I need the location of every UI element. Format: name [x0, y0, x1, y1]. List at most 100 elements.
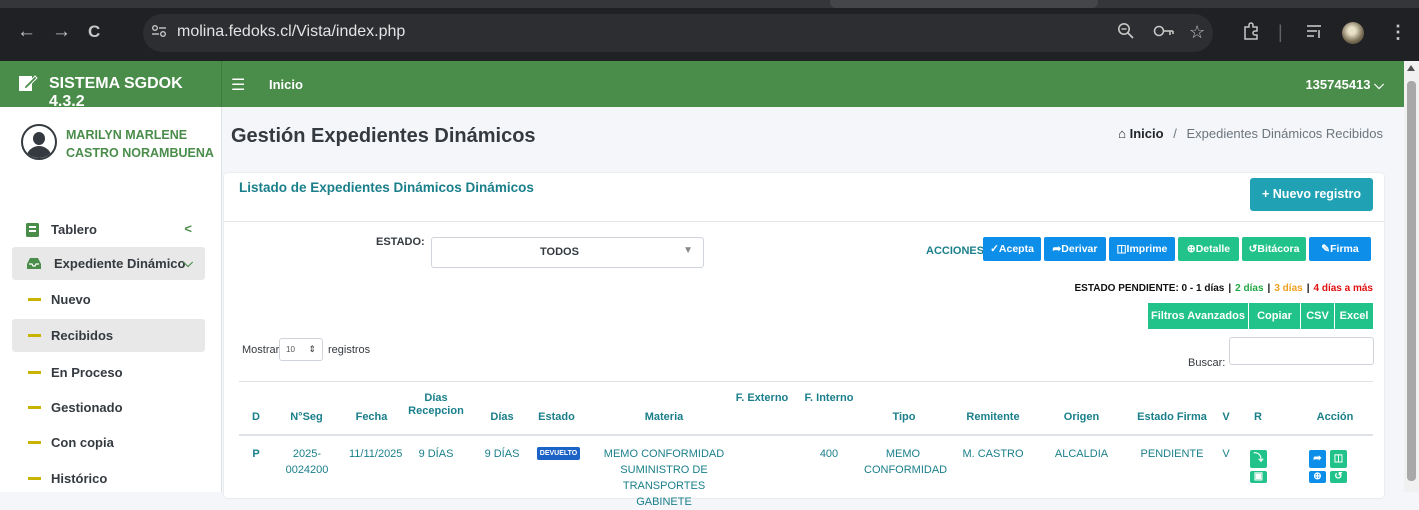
site-info-icon[interactable] [151, 24, 171, 42]
sidebar-item-label: Expediente Dinámico [54, 256, 186, 271]
estado-select-value: TODOS [540, 246, 579, 258]
col-header-materia[interactable]: Materia [609, 411, 719, 424]
col-header-d[interactable]: D [244, 411, 268, 424]
sidebar-item-label: Con copia [51, 435, 114, 450]
password-key-icon[interactable] [1153, 22, 1175, 45]
sidebar-item-label: Recibidos [51, 328, 114, 343]
col-header-f-externo[interactable]: F. Externo [734, 392, 790, 405]
zoom-icon[interactable] [1117, 22, 1135, 45]
breadcrumb-separator: / [1173, 126, 1177, 141]
sidebar-item-label: Tablero [51, 222, 97, 237]
url-text[interactable]: molina.fedoks.cl/Vista/index.php [177, 23, 405, 41]
search-icon: ⊕ [1186, 243, 1196, 255]
sidebar-item-en-proceso[interactable]: En Proceso [12, 356, 205, 389]
dashboard-icon [26, 223, 39, 242]
dash-icon [28, 477, 41, 480]
dropdown-arrow-icon: ▼ [683, 245, 693, 256]
brand-block[interactable]: SISTEMA SGDOK 4.3.2 [0, 61, 222, 110]
cell-v: V [1222, 448, 1230, 460]
cell-estado-firma: PENDIENTE [1140, 448, 1204, 460]
check-icon: ✓ [990, 243, 999, 255]
page-scrollbar[interactable] [1404, 61, 1419, 492]
scrollbar-thumb[interactable] [1407, 81, 1416, 481]
csv-button[interactable]: CSV [1301, 303, 1334, 329]
dash-icon [28, 298, 41, 301]
chevron-down-icon: ⌵ [183, 255, 193, 270]
estado-select[interactable]: TODOS ▼ [431, 237, 704, 268]
back-icon[interactable]: ← [17, 22, 36, 42]
sidebar-item-expediente-dinamico[interactable]: Expediente Dinámico ⌵ [12, 247, 205, 280]
bookmark-star-icon[interactable]: ☆ [1189, 22, 1205, 43]
scroll-up-icon[interactable] [1407, 65, 1415, 71]
col-header-tipo[interactable]: Tipo [879, 411, 929, 424]
menu-kebab-icon[interactable]: ⋮ [1389, 22, 1407, 43]
cell-tipo: MEMO CONFORMIDAD [864, 448, 948, 476]
col-header-dias[interactable]: Días [482, 411, 522, 424]
sidebar-item-tablero[interactable]: Tablero < [12, 213, 205, 246]
reload-icon[interactable]: C [88, 22, 100, 42]
imprime-button[interactable]: ◫Imprime [1109, 237, 1175, 261]
acepta-button[interactable]: ✓Acepta [983, 237, 1041, 261]
sidebar-item-recibidos[interactable]: Recibidos [12, 319, 205, 352]
dash-icon [28, 441, 41, 444]
col-header-v[interactable]: V [1218, 411, 1234, 424]
cell-fecha: 11/11/2025 [349, 448, 403, 460]
app-header: SISTEMA SGDOK 4.3.2 ☰ Inicio 135745413 ⌵ [0, 61, 1404, 110]
sidebar-item-historico[interactable]: Histórico [12, 462, 205, 495]
col-header-r[interactable]: R [1250, 411, 1266, 424]
menu-toggle-icon[interactable]: ☰ [231, 75, 245, 95]
cell-dias: 9 DÍAS [484, 448, 520, 460]
extensions-icon[interactable] [1242, 22, 1260, 45]
buscar-label: Buscar: [1188, 357, 1226, 369]
derivar-button[interactable]: ➦Derivar [1044, 237, 1106, 261]
sidebar-item-con-copia[interactable]: Con copia [12, 426, 205, 459]
sidebar-item-label: Nuevo [51, 292, 91, 307]
search-input[interactable] [1229, 337, 1374, 365]
brand-title: SISTEMA SGDOK 4.3.2 [49, 75, 183, 110]
col-header-remitente[interactable]: Remitente [957, 411, 1029, 424]
col-header-origen[interactable]: Origen [1054, 411, 1109, 424]
user-name[interactable]: MARILYN MARLENE CASTRO NORAMBUENA [66, 126, 216, 162]
share-icon[interactable]: ➦ [1309, 450, 1326, 468]
sitemap-icon[interactable]: ▣ [1250, 471, 1267, 483]
filtros-avanzados-button[interactable]: Filtros Avanzados [1148, 303, 1248, 329]
browser-tab[interactable] [830, 0, 1098, 8]
col-header-dias-recepcion[interactable]: Días Recepcion [404, 392, 468, 418]
col-header-f-interno[interactable]: F. Interno [804, 392, 854, 405]
registros-label: registros [328, 344, 371, 356]
col-header-nseg[interactable]: N°Seg [284, 411, 329, 424]
col-header-estado-firma[interactable]: Estado Firma [1132, 411, 1212, 424]
header-inicio-link[interactable]: Inicio [269, 77, 303, 92]
sidebar-item-nuevo[interactable]: Nuevo [12, 283, 205, 316]
copiar-button[interactable]: Copiar [1249, 303, 1300, 329]
excel-button[interactable]: Excel [1335, 303, 1373, 329]
sidebar-item-gestionado[interactable]: Gestionado [12, 391, 205, 424]
search-icon[interactable]: ⊕ [1309, 471, 1326, 483]
firma-button[interactable]: ✎Firma [1309, 237, 1371, 261]
breadcrumb-current: Expedientes Dinámicos Recibidos [1186, 126, 1383, 141]
cell-dias-recepcion: 9 DÍAS [418, 448, 454, 460]
table-top-border [239, 381, 1373, 382]
route-icon[interactable]: ⤵ [1250, 450, 1267, 468]
breadcrumb-home[interactable]: ⌂ Inicio [1118, 126, 1163, 141]
list-card: Listado de Expedientes Dinámicos Dinámic… [224, 173, 1384, 508]
forward-icon[interactable]: → [52, 22, 71, 42]
updown-icon: ⇕ [308, 344, 316, 354]
cell-materia: MEMO CONFORMIDAD SUMINISTRO DE TRANSPORT… [603, 448, 725, 508]
document-export-icon[interactable]: ◫ [1330, 450, 1347, 468]
col-header-fecha[interactable]: Fecha [349, 411, 394, 424]
browser-chrome: ← → C molina.fedoks.cl/Vista/index.php ☆… [0, 0, 1419, 61]
toolbar-divider: | [1278, 22, 1283, 42]
nuevo-registro-button[interactable]: + Nuevo registro [1250, 178, 1373, 211]
history-icon[interactable]: ↺ [1330, 471, 1347, 483]
card-divider [224, 221, 1384, 222]
col-header-estado[interactable]: Estado [529, 411, 584, 424]
bitacora-button[interactable]: ↺Bitácora [1242, 237, 1306, 261]
user-menu[interactable]: 135745413 ⌵ [1305, 77, 1384, 93]
profile-avatar[interactable] [1342, 22, 1364, 44]
page-length-select[interactable]: 10 ⇕ [279, 338, 323, 361]
col-header-accion[interactable]: Acción [1310, 411, 1360, 424]
reading-list-icon[interactable] [1305, 22, 1323, 45]
dash-icon [28, 334, 41, 337]
detalle-button[interactable]: ⊕Detalle [1178, 237, 1239, 261]
